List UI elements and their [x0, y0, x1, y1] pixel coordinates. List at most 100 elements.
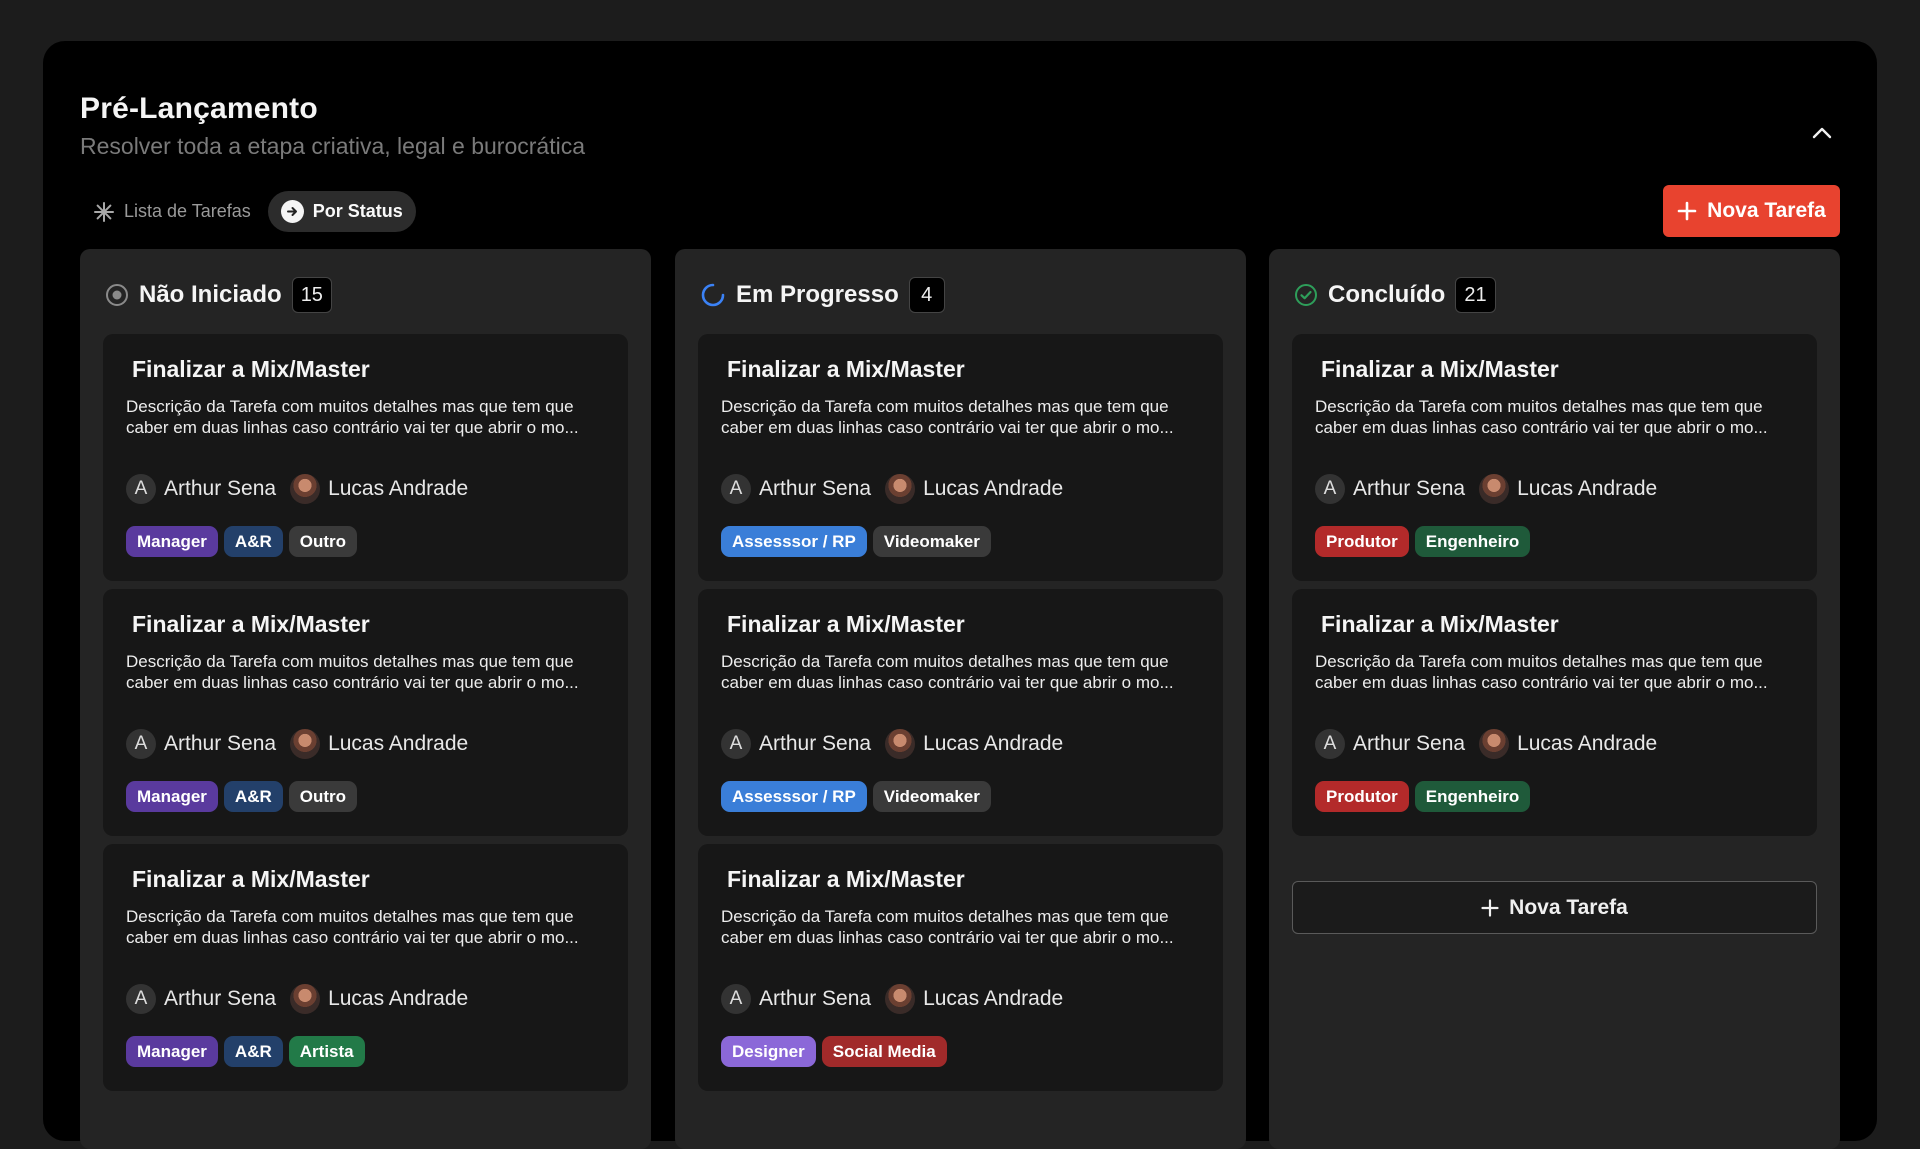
assignee-name: Lucas Andrade — [923, 732, 1064, 755]
assignee[interactable]: A Arthur Sena — [721, 474, 871, 504]
task-description: Descrição da Tarefa com muitos detalhes … — [721, 907, 1174, 947]
task-assignees: A Arthur Sena Lucas Andrade — [1315, 728, 1671, 760]
avatar — [290, 729, 321, 759]
role-tag: Produtor — [1315, 526, 1409, 557]
task-card[interactable]: Finalizar a Mix/Master Descrição da Taref… — [698, 589, 1223, 836]
avatar: A — [721, 474, 751, 504]
assignee[interactable]: A Arthur Sena — [126, 729, 276, 759]
task-title: Finalizar a Mix/Master — [727, 356, 965, 382]
task-title: Finalizar a Mix/Master — [132, 356, 370, 382]
role-tag: Designer — [721, 1036, 816, 1067]
task-title: Finalizar a Mix/Master — [1321, 611, 1559, 637]
assignee[interactable]: A Arthur Sena — [721, 984, 871, 1014]
role-tag: Engenheiro — [1414, 781, 1531, 812]
avatar — [885, 729, 916, 759]
circle-dot-icon — [106, 284, 128, 306]
avatar — [1479, 729, 1510, 759]
assignee-name: Lucas Andrade — [1517, 732, 1658, 755]
tab-by-status-label: Por Status — [312, 201, 403, 221]
task-card[interactable]: Finalizar a Mix/Master Descrição da Taref… — [698, 844, 1223, 1091]
asterisk-icon — [94, 201, 114, 222]
task-title: Finalizar a Mix/Master — [132, 611, 370, 637]
new-task-button[interactable]: Nova Tarefa — [1663, 185, 1840, 237]
page-subtitle: Resolver toda a etapa criativa, legal e … — [80, 133, 586, 159]
avatar — [1479, 474, 1510, 504]
column-count-badge: 21 — [1455, 277, 1496, 313]
task-card[interactable]: Finalizar a Mix/Master Descrição da Taref… — [103, 589, 628, 836]
role-tag: Manager — [126, 1036, 218, 1067]
assignee-name: Arthur Sena — [759, 987, 872, 1010]
avatar: A — [126, 474, 156, 504]
task-assignees: A Arthur Sena Lucas Andrade — [721, 983, 1077, 1015]
collapse-button[interactable] — [1808, 119, 1836, 147]
role-tag: Manager — [126, 781, 218, 812]
role-tag: Videomaker — [872, 781, 991, 812]
avatar: A — [721, 729, 751, 759]
view-toggle: Lista de Tarefas Por Status — [80, 191, 416, 232]
status-column: Em Progresso 4 Finalizar a Mix/Master Descr… — [675, 249, 1246, 1149]
task-tags: Produtor Engenheiro — [1315, 781, 1531, 812]
task-assignees: A Arthur Sena Lucas Andrade — [1315, 473, 1671, 505]
task-tags: Manager A&R Outro — [126, 781, 358, 812]
assignee-name: Arthur Sena — [759, 477, 872, 500]
spinner-icon — [701, 283, 725, 307]
assignee[interactable]: A Arthur Sena — [126, 984, 276, 1014]
role-tag: Engenheiro — [1414, 526, 1531, 557]
assignee[interactable]: Lucas Andrade — [1479, 729, 1657, 759]
role-tag: Outro — [288, 781, 358, 812]
assignee[interactable]: Lucas Andrade — [1479, 474, 1657, 504]
assignee[interactable]: A Arthur Sena — [1315, 474, 1465, 504]
assignee-name: Lucas Andrade — [923, 477, 1064, 500]
task-assignees: A Arthur Sena Lucas Andrade — [126, 728, 482, 760]
task-tags: Assesssor / RP Videomaker — [721, 526, 991, 557]
avatar — [885, 474, 916, 504]
plus-icon — [1677, 201, 1697, 221]
task-title: Finalizar a Mix/Master — [132, 866, 370, 892]
assignee-name: Arthur Sena — [759, 732, 872, 755]
task-title: Finalizar a Mix/Master — [727, 611, 965, 637]
assignee[interactable]: Lucas Andrade — [290, 984, 468, 1014]
assignee[interactable]: A Arthur Sena — [126, 474, 276, 504]
assignee[interactable]: Lucas Andrade — [885, 984, 1063, 1014]
avatar: A — [126, 984, 156, 1014]
task-card[interactable]: Finalizar a Mix/Master Descrição da Taref… — [698, 334, 1223, 581]
task-card[interactable]: Finalizar a Mix/Master Descrição da Taref… — [1292, 334, 1817, 581]
role-tag: Assesssor / RP — [721, 781, 867, 812]
new-task-button-label: Nova Tarefa — [1707, 199, 1826, 222]
task-card[interactable]: Finalizar a Mix/Master Descrição da Taref… — [103, 844, 628, 1091]
tab-task-list[interactable]: Lista de Tarefas — [80, 191, 264, 232]
assignee[interactable]: Lucas Andrade — [885, 729, 1063, 759]
assignee[interactable]: A Arthur Sena — [721, 729, 871, 759]
task-card[interactable]: Finalizar a Mix/Master Descrição da Taref… — [1292, 589, 1817, 836]
assignee[interactable]: Lucas Andrade — [290, 729, 468, 759]
task-assignees: A Arthur Sena Lucas Andrade — [126, 983, 482, 1015]
role-tag: A&R — [223, 526, 283, 557]
assignee[interactable]: Lucas Andrade — [290, 474, 468, 504]
avatar: A — [721, 984, 751, 1014]
check-circle-icon — [1295, 284, 1317, 306]
assignee[interactable]: A Arthur Sena — [1315, 729, 1465, 759]
column-new-task-button[interactable]: Nova Tarefa — [1292, 881, 1817, 934]
column-title: Em Progresso — [736, 281, 899, 308]
role-tag: Assesssor / RP — [721, 526, 867, 557]
assignee-name: Lucas Andrade — [328, 477, 469, 500]
task-assignees: A Arthur Sena Lucas Andrade — [721, 728, 1077, 760]
task-description: Descrição da Tarefa com muitos detalhes … — [126, 397, 579, 437]
tab-by-status[interactable]: Por Status — [267, 191, 416, 232]
role-tag: Artista — [288, 1036, 365, 1067]
pre-launch-panel: Pré-Lançamento Resolver toda a etapa cri… — [43, 41, 1877, 1149]
assignee-name: Arthur Sena — [1353, 477, 1466, 500]
page-title: Pré-Lançamento — [80, 92, 318, 125]
task-card[interactable]: Finalizar a Mix/Master Descrição da Taref… — [103, 334, 628, 581]
task-description: Descrição da Tarefa com muitos detalhes … — [1315, 397, 1768, 437]
avatar — [290, 984, 321, 1014]
task-title: Finalizar a Mix/Master — [727, 866, 965, 892]
role-tag: A&R — [223, 1036, 283, 1067]
column-new-task-label: Nova Tarefa — [1509, 895, 1628, 919]
task-title: Finalizar a Mix/Master — [1321, 356, 1559, 382]
arrow-circle-icon — [280, 200, 304, 223]
assignee-name: Lucas Andrade — [328, 732, 469, 755]
task-description: Descrição da Tarefa com muitos detalhes … — [126, 907, 579, 947]
assignee[interactable]: Lucas Andrade — [885, 474, 1063, 504]
status-column: Não Iniciado 15 Finalizar a Mix/Master Desc… — [80, 249, 651, 1149]
